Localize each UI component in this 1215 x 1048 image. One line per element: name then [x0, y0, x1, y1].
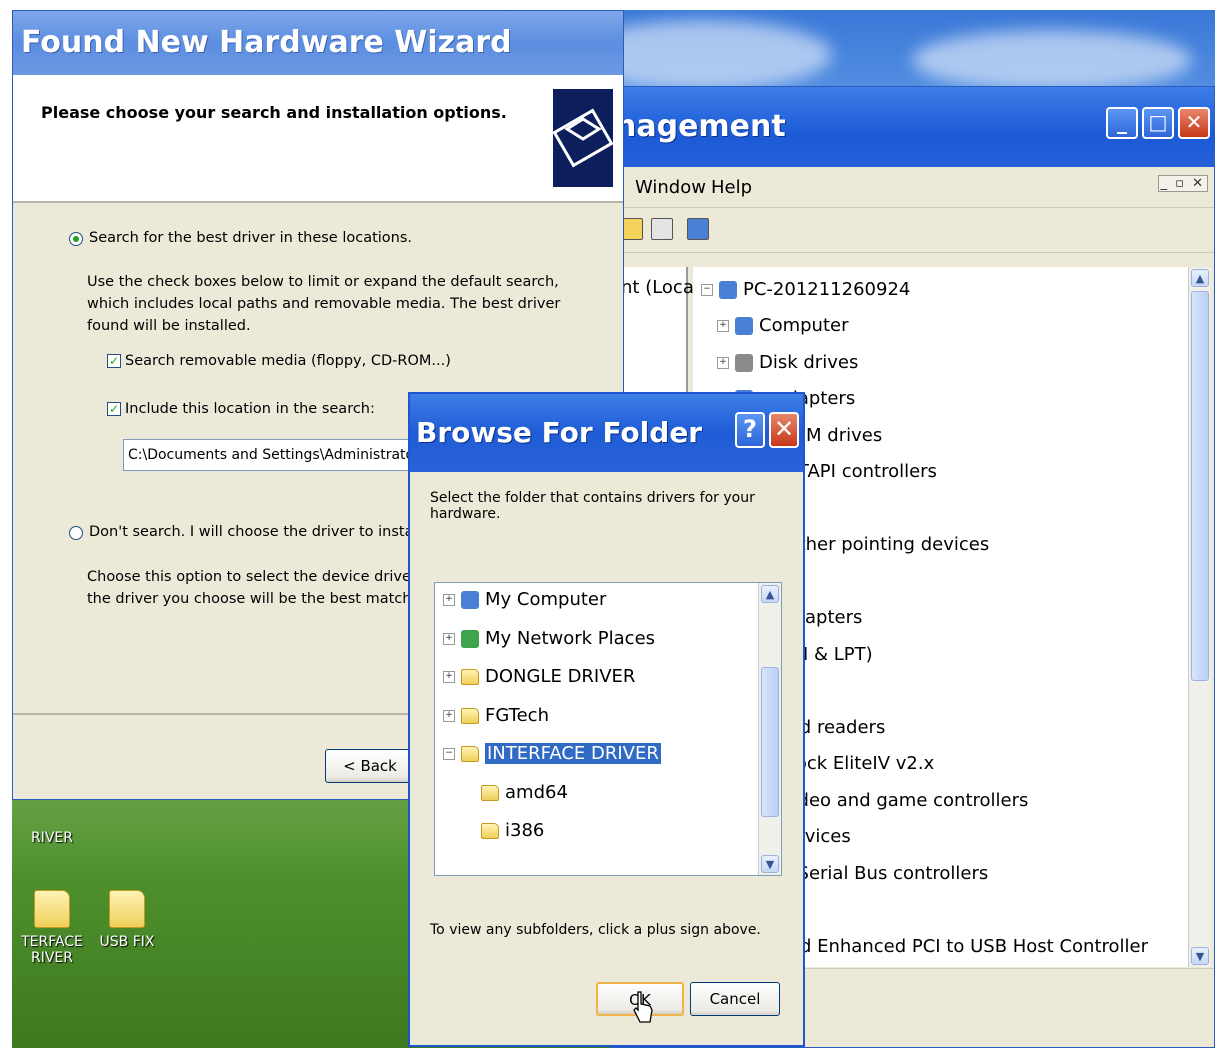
folder-tree-label: INTERFACE DRIVER [485, 743, 661, 764]
search-removable-media-checkbox[interactable]: ✓ [107, 354, 121, 368]
expand-icon[interactable]: + [717, 356, 729, 369]
folder-open-icon [461, 746, 479, 762]
expand-icon[interactable]: + [443, 671, 455, 683]
browse-for-folder-dialog[interactable]: Browse For Folder ? ✕ Select the folder … [408, 392, 805, 1047]
include-location-label: Include this location in the search: [125, 401, 375, 417]
expand-icon[interactable]: + [717, 320, 729, 332]
search-best-driver-radio[interactable] [69, 232, 83, 246]
folder-tree[interactable]: + My Computer + My Network Places + DONGLE DR… [434, 582, 782, 876]
expand-icon[interactable]: + [443, 709, 455, 722]
wizard-header: Please choose your search and installati… [13, 75, 623, 203]
browse-title: Browse For Folder [416, 416, 703, 449]
scroll-thumb[interactable] [1191, 291, 1209, 681]
collapse-icon[interactable]: − [443, 748, 455, 760]
desktop-icon-label: USB FIX [99, 934, 155, 950]
help-topic-icon[interactable] [621, 218, 643, 240]
folder-tree-item[interactable]: + My Computer [443, 589, 606, 610]
device-category-row[interactable]: + Computer [717, 315, 848, 336]
folder-tree-item[interactable]: − INTERFACE DRIVER [443, 743, 661, 764]
folder-tree-label: My Computer [485, 589, 607, 610]
maximize-button[interactable]: □ [1142, 107, 1174, 139]
scroll-thumb[interactable] [761, 667, 779, 817]
device-category-row[interactable]: + Disk drives [717, 352, 858, 373]
close-button[interactable]: ✕ [1178, 107, 1210, 139]
device-tree-root[interactable]: − PC-201211260924 [701, 279, 910, 300]
computer-icon [735, 317, 753, 335]
folder-tree-item[interactable]: i386 [481, 820, 544, 841]
scroll-up-arrow[interactable]: ▲ [761, 585, 779, 603]
folder-icon [481, 823, 499, 839]
desktop-icon-interface-driver[interactable]: TERFACE RIVER [12, 890, 92, 966]
menu-bar: Window Help _ ▫ ✕ [611, 167, 1214, 208]
folder-tree-item[interactable]: + DONGLE DRIVER [443, 666, 635, 687]
option-search-description: Use the check boxes below to limit or ex… [87, 274, 561, 334]
window-title: nagement [615, 109, 786, 144]
folder-tree-item[interactable]: + My Network Places [443, 628, 655, 649]
device-tree-root-label: PC-201211260924 [743, 279, 911, 300]
option-search-label: Search for the best driver in these loca… [89, 230, 413, 246]
back-button[interactable]: < Back [325, 749, 415, 783]
wizard-titlebar[interactable]: Found New Hardware Wizard [13, 11, 623, 75]
disk-drive-icon [735, 353, 753, 372]
folder-icon [34, 890, 70, 928]
folder-tree-label: DONGLE DRIVER [485, 666, 636, 687]
desktop-icon-label: TERFACE RIVER [21, 934, 83, 966]
folder-icon [461, 707, 479, 724]
properties-icon[interactable] [651, 218, 673, 240]
dont-search-radio[interactable] [69, 526, 83, 540]
include-location-checkbox[interactable]: ✓ [107, 402, 121, 416]
network-places-icon [461, 629, 479, 648]
search-removable-media-label: Search removable media (floppy, CD-ROM..… [125, 353, 451, 369]
expand-icon[interactable]: + [443, 632, 455, 645]
desktop-icon-usb-fix[interactable]: USB FIX [87, 890, 167, 950]
folder-tree-item[interactable]: + FGTech [443, 705, 549, 726]
mdi-window-controls[interactable]: _ ▫ ✕ [1157, 175, 1208, 192]
close-button[interactable]: ✕ [769, 412, 799, 448]
browse-titlebar[interactable]: Browse For Folder ? ✕ [410, 394, 803, 472]
console-tree-root[interactable]: nt (Local [621, 277, 699, 298]
folder-icon [461, 669, 479, 685]
device-category-label: ndard Enhanced PCI to USB Host Controlle… [759, 935, 1149, 957]
browse-description: Select the folder that contains drivers … [430, 490, 755, 522]
wizard-heading: Please choose your search and installati… [41, 103, 507, 122]
scroll-down-arrow[interactable]: ▼ [761, 855, 779, 873]
minimize-button[interactable]: _ [1106, 107, 1138, 139]
device-category-label: Disk drives [759, 351, 859, 373]
scroll-down-arrow[interactable]: ▼ [1191, 947, 1209, 965]
desktop-icon-driver[interactable]: RIVER [12, 830, 92, 846]
wizard-title: Found New Hardware Wizard [21, 25, 512, 60]
desktop-icon-label: RIVER [30, 830, 73, 846]
hardware-wizard-icon [552, 89, 614, 187]
scroll-up-arrow[interactable]: ▲ [1191, 269, 1209, 287]
location-path-input[interactable]: C:\Documents and Settings\Administrator\… [123, 439, 423, 471]
hand-cursor-icon [633, 991, 653, 1023]
folder-icon [109, 890, 145, 928]
folder-icon [481, 784, 499, 801]
device-tree-scrollbar[interactable]: ▲ ▼ [1188, 267, 1211, 967]
device-manager-titlebar[interactable]: nagement _ □ ✕ [611, 87, 1214, 167]
folder-tree-scrollbar[interactable]: ▲ ▼ [758, 583, 781, 875]
folder-tree-label: FGTech [485, 704, 549, 726]
toolbar [611, 208, 1214, 253]
menu-window[interactable]: Window [635, 177, 706, 198]
my-computer-icon [461, 591, 479, 609]
help-button[interactable]: ? [735, 412, 765, 448]
browse-hint: To view any subfolders, click a plus sig… [430, 922, 761, 938]
cancel-button[interactable]: Cancel [690, 982, 780, 1016]
menu-help[interactable]: Help [711, 177, 752, 198]
device-category-label: Computer [759, 315, 849, 336]
scan-hardware-icon[interactable] [687, 218, 709, 240]
option-dont-search-label: Don't search. I will choose the driver t… [89, 524, 427, 540]
computer-icon [719, 281, 737, 299]
folder-tree-label: My Network Places [485, 627, 656, 649]
cloud [912, 30, 1192, 90]
folder-tree-item[interactable]: amd64 [481, 782, 568, 803]
collapse-icon[interactable]: − [701, 284, 713, 296]
expand-icon[interactable]: + [443, 594, 455, 606]
folder-tree-label: i386 [505, 820, 545, 841]
folder-tree-label: amd64 [505, 781, 568, 803]
